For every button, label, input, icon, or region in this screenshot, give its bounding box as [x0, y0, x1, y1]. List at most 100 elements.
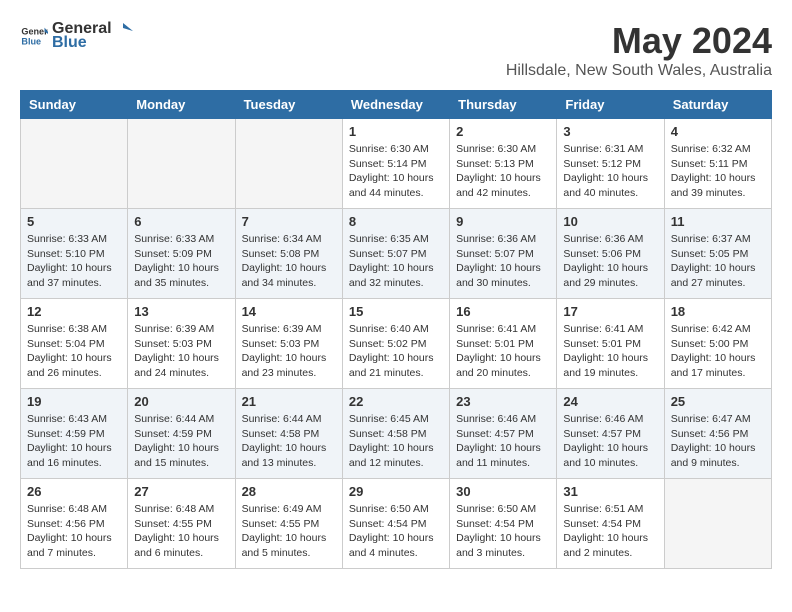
calendar-cell: 14 Sunrise: 6:39 AMSunset: 5:03 PMDayligh… — [235, 299, 342, 389]
day-number: 23 — [456, 394, 550, 409]
calendar-cell: 2 Sunrise: 6:30 AMSunset: 5:13 PMDaylight… — [450, 119, 557, 209]
calendar-cell: 31 Sunrise: 6:51 AMSunset: 4:54 PMDayligh… — [557, 479, 664, 569]
day-info: Sunrise: 6:48 AMSunset: 4:56 PMDaylight:… — [27, 502, 121, 561]
calendar-cell: 26 Sunrise: 6:48 AMSunset: 4:56 PMDayligh… — [21, 479, 128, 569]
calendar-cell: 24 Sunrise: 6:46 AMSunset: 4:57 PMDayligh… — [557, 389, 664, 479]
svg-text:General: General — [21, 27, 48, 37]
day-number: 11 — [671, 214, 765, 229]
day-number: 26 — [27, 484, 121, 499]
day-number: 29 — [349, 484, 443, 499]
calendar-header-tuesday: Tuesday — [235, 91, 342, 119]
day-info: Sunrise: 6:42 AMSunset: 5:00 PMDaylight:… — [671, 322, 765, 381]
logo-bird-icon — [113, 21, 133, 37]
day-info: Sunrise: 6:33 AMSunset: 5:09 PMDaylight:… — [134, 232, 228, 291]
day-info: Sunrise: 6:49 AMSunset: 4:55 PMDaylight:… — [242, 502, 336, 561]
day-number: 8 — [349, 214, 443, 229]
calendar-cell: 12Sunrise: 6:38 AMSunset: 5:04 PMDayligh… — [21, 299, 128, 389]
calendar-cell: 4 Sunrise: 6:32 AMSunset: 5:11 PMDaylight… — [664, 119, 771, 209]
calendar-cell — [21, 119, 128, 209]
day-number: 2 — [456, 124, 550, 139]
calendar-cell: 21 Sunrise: 6:44 AMSunset: 4:58 PMDayligh… — [235, 389, 342, 479]
day-info: Sunrise: 6:40 AMSunset: 5:02 PMDaylight:… — [349, 322, 443, 381]
day-number: 31 — [563, 484, 657, 499]
svg-text:Blue: Blue — [21, 36, 41, 46]
calendar-cell: 25Sunrise: 6:47 AMSunset: 4:56 PMDayligh… — [664, 389, 771, 479]
day-number: 22 — [349, 394, 443, 409]
day-number: 27 — [134, 484, 228, 499]
calendar-header-monday: Monday — [128, 91, 235, 119]
day-info: Sunrise: 6:51 AMSunset: 4:54 PMDaylight:… — [563, 502, 657, 561]
day-number: 21 — [242, 394, 336, 409]
day-info: Sunrise: 6:31 AMSunset: 5:12 PMDaylight:… — [563, 142, 657, 201]
day-info: Sunrise: 6:30 AMSunset: 5:14 PMDaylight:… — [349, 142, 443, 201]
calendar-header-friday: Friday — [557, 91, 664, 119]
calendar-cell: 27 Sunrise: 6:48 AMSunset: 4:55 PMDayligh… — [128, 479, 235, 569]
day-info: Sunrise: 6:32 AMSunset: 5:11 PMDaylight:… — [671, 142, 765, 201]
day-info: Sunrise: 6:48 AMSunset: 4:55 PMDaylight:… — [134, 502, 228, 561]
calendar-cell: 8 Sunrise: 6:35 AMSunset: 5:07 PMDaylight… — [342, 209, 449, 299]
day-info: Sunrise: 6:50 AMSunset: 4:54 PMDaylight:… — [456, 502, 550, 561]
subtitle: Hillsdale, New South Wales, Australia — [506, 62, 772, 80]
calendar-cell: 13 Sunrise: 6:39 AMSunset: 5:03 PMDayligh… — [128, 299, 235, 389]
day-number: 13 — [134, 304, 228, 319]
day-number: 15 — [349, 304, 443, 319]
day-info: Sunrise: 6:44 AMSunset: 4:58 PMDaylight:… — [242, 412, 336, 471]
day-info: Sunrise: 6:30 AMSunset: 5:13 PMDaylight:… — [456, 142, 550, 201]
calendar-header-thursday: Thursday — [450, 91, 557, 119]
day-number: 1 — [349, 124, 443, 139]
calendar-header-row: SundayMondayTuesdayWednesdayThursdayFrid… — [21, 91, 772, 119]
day-info: Sunrise: 6:39 AMSunset: 5:03 PMDaylight:… — [134, 322, 228, 381]
day-number: 18 — [671, 304, 765, 319]
calendar-cell: 28 Sunrise: 6:49 AMSunset: 4:55 PMDayligh… — [235, 479, 342, 569]
day-number: 20 — [134, 394, 228, 409]
calendar-week-row: 26 Sunrise: 6:48 AMSunset: 4:56 PMDayligh… — [21, 479, 772, 569]
header: General Blue General Blue May 2024 Hills… — [20, 20, 772, 80]
day-number: 4 — [671, 124, 765, 139]
day-number: 5 — [27, 214, 121, 229]
day-number: 28 — [242, 484, 336, 499]
calendar-cell: 3 Sunrise: 6:31 AMSunset: 5:12 PMDaylight… — [557, 119, 664, 209]
calendar-cell: 1 Sunrise: 6:30 AMSunset: 5:14 PMDaylight… — [342, 119, 449, 209]
calendar-cell: 19 Sunrise: 6:43 AMSunset: 4:59 PMDayligh… — [21, 389, 128, 479]
calendar-week-row: 12Sunrise: 6:38 AMSunset: 5:04 PMDayligh… — [21, 299, 772, 389]
calendar-cell: 10Sunrise: 6:36 AMSunset: 5:06 PMDayligh… — [557, 209, 664, 299]
day-info: Sunrise: 6:37 AMSunset: 5:05 PMDaylight:… — [671, 232, 765, 291]
day-number: 14 — [242, 304, 336, 319]
calendar-cell — [664, 479, 771, 569]
day-info: Sunrise: 6:41 AMSunset: 5:01 PMDaylight:… — [456, 322, 550, 381]
calendar-cell: 11 Sunrise: 6:37 AMSunset: 5:05 PMDayligh… — [664, 209, 771, 299]
day-info: Sunrise: 6:50 AMSunset: 4:54 PMDaylight:… — [349, 502, 443, 561]
day-info: Sunrise: 6:43 AMSunset: 4:59 PMDaylight:… — [27, 412, 121, 471]
calendar-cell: 6 Sunrise: 6:33 AMSunset: 5:09 PMDaylight… — [128, 209, 235, 299]
day-info: Sunrise: 6:36 AMSunset: 5:07 PMDaylight:… — [456, 232, 550, 291]
title-area: May 2024 Hillsdale, New South Wales, Aus… — [506, 20, 772, 80]
main-title: May 2024 — [506, 20, 772, 62]
calendar-cell: 20Sunrise: 6:44 AMSunset: 4:59 PMDayligh… — [128, 389, 235, 479]
day-number: 24 — [563, 394, 657, 409]
day-number: 17 — [563, 304, 657, 319]
calendar-cell — [235, 119, 342, 209]
day-info: Sunrise: 6:41 AMSunset: 5:01 PMDaylight:… — [563, 322, 657, 381]
calendar-cell — [128, 119, 235, 209]
day-info: Sunrise: 6:39 AMSunset: 5:03 PMDaylight:… — [242, 322, 336, 381]
day-number: 3 — [563, 124, 657, 139]
calendar-header-wednesday: Wednesday — [342, 91, 449, 119]
day-number: 19 — [27, 394, 121, 409]
calendar-header-saturday: Saturday — [664, 91, 771, 119]
day-number: 16 — [456, 304, 550, 319]
calendar-cell: 16 Sunrise: 6:41 AMSunset: 5:01 PMDayligh… — [450, 299, 557, 389]
day-number: 9 — [456, 214, 550, 229]
calendar: SundayMondayTuesdayWednesdayThursdayFrid… — [20, 90, 772, 569]
day-info: Sunrise: 6:46 AMSunset: 4:57 PMDaylight:… — [563, 412, 657, 471]
day-info: Sunrise: 6:34 AMSunset: 5:08 PMDaylight:… — [242, 232, 336, 291]
calendar-cell: 22Sunrise: 6:45 AMSunset: 4:58 PMDayligh… — [342, 389, 449, 479]
day-info: Sunrise: 6:35 AMSunset: 5:07 PMDaylight:… — [349, 232, 443, 291]
day-info: Sunrise: 6:33 AMSunset: 5:10 PMDaylight:… — [27, 232, 121, 291]
logo-icon: General Blue — [20, 22, 48, 50]
day-info: Sunrise: 6:46 AMSunset: 4:57 PMDaylight:… — [456, 412, 550, 471]
calendar-cell: 30Sunrise: 6:50 AMSunset: 4:54 PMDayligh… — [450, 479, 557, 569]
day-number: 25 — [671, 394, 765, 409]
calendar-week-row: 1 Sunrise: 6:30 AMSunset: 5:14 PMDaylight… — [21, 119, 772, 209]
calendar-cell: 7Sunrise: 6:34 AMSunset: 5:08 PMDaylight… — [235, 209, 342, 299]
day-number: 6 — [134, 214, 228, 229]
